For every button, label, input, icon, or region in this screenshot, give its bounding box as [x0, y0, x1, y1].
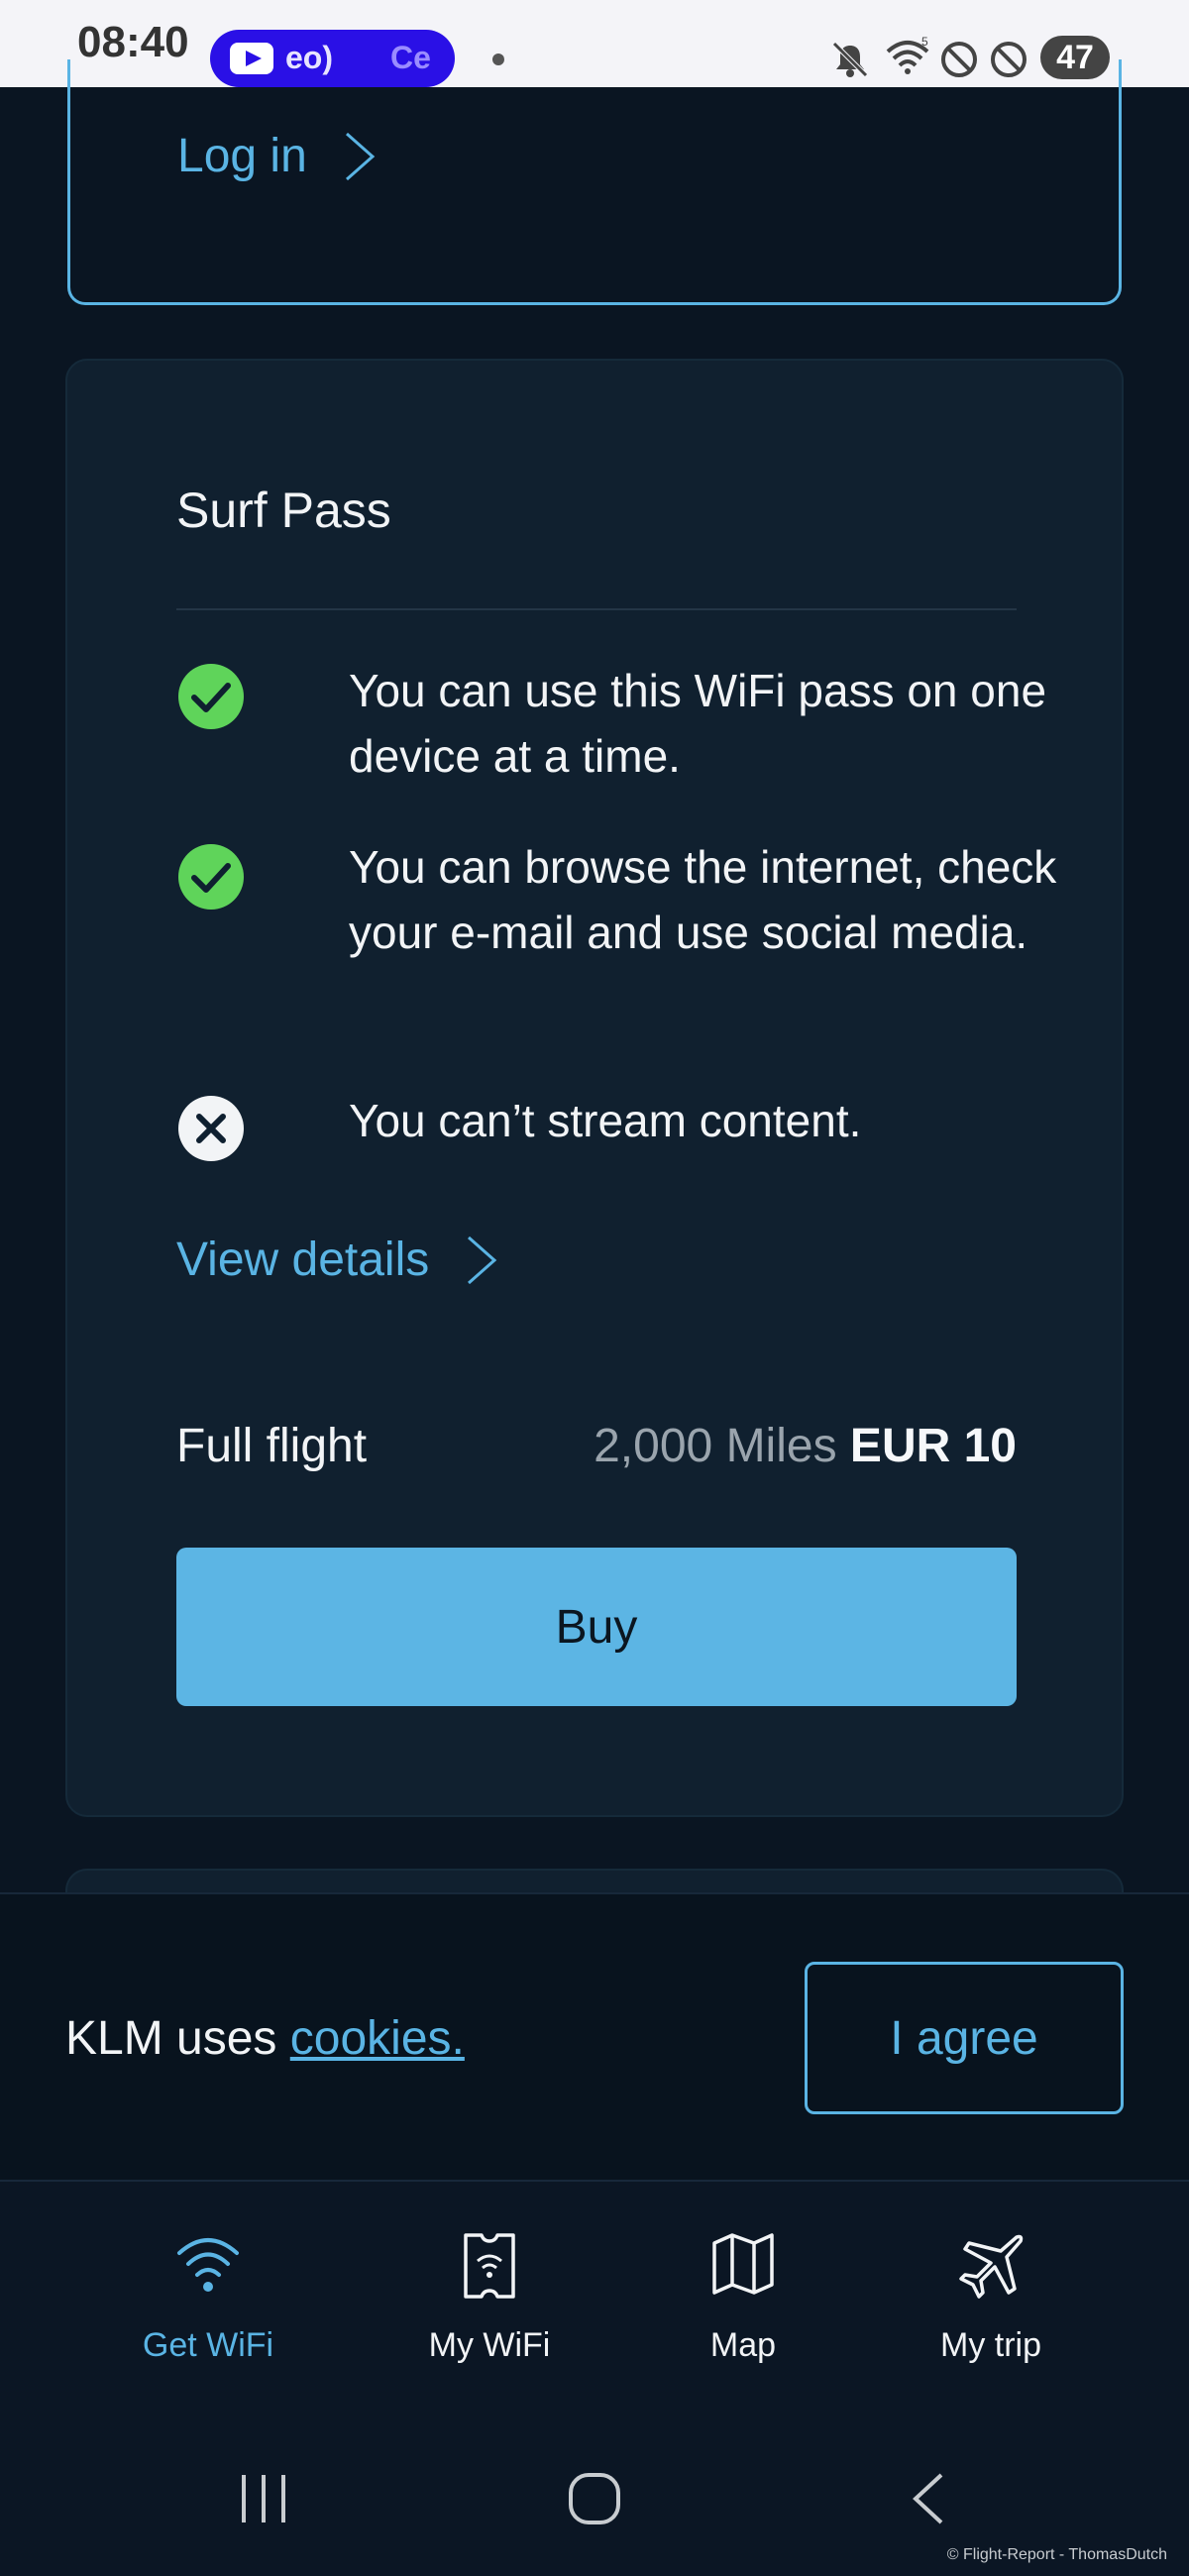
- map-icon: [712, 2233, 774, 2295]
- nav-item-my-wifi[interactable]: My WiFi: [371, 2231, 608, 2390]
- price-value: 2,000 Miles EUR 10: [594, 1419, 1017, 1473]
- home-icon[interactable]: [567, 2471, 622, 2526]
- login-label: Log in: [177, 130, 307, 182]
- wifi-icon: [177, 2238, 239, 2292]
- view-details-label: View details: [176, 1234, 430, 1286]
- price-row: Full flight 2,000 Miles EUR 10: [176, 1419, 1017, 1478]
- price-eur: EUR 10: [849, 1420, 1017, 1472]
- surf-pass-card: Surf Pass You can use this WiFi pass on …: [65, 359, 1124, 1817]
- cookies-link[interactable]: cookies.: [290, 2012, 465, 2065]
- price-miles: 2,000 Miles: [594, 1420, 837, 1472]
- nav-label: My WiFi: [428, 2326, 551, 2364]
- chevron-right-icon: [345, 132, 376, 180]
- buy-button[interactable]: Buy: [176, 1548, 1017, 1706]
- cookie-banner: KLM uses cookies. I agree: [0, 1892, 1189, 2180]
- system-nav-bar: © Flight-Report - ThomasDutch: [0, 2417, 1189, 2576]
- bottom-nav: Get WiFi My WiFi Map My trip: [0, 2180, 1189, 2417]
- chevron-right-icon: [468, 1235, 497, 1284]
- back-icon[interactable]: [908, 2471, 947, 2526]
- divider: [176, 608, 1017, 610]
- agree-button[interactable]: I agree: [805, 1962, 1124, 2114]
- svg-text:5: 5: [921, 36, 928, 49]
- nav-label: Map: [709, 2326, 777, 2364]
- nav-label: My trip: [940, 2326, 1041, 2364]
- login-card: Log in: [67, 59, 1122, 305]
- nav-label: Get WiFi: [142, 2326, 274, 2364]
- feature-text: You can use this WiFi pass on one device…: [349, 665, 1047, 782]
- watermark: © Flight-Report - ThomasDutch: [946, 2546, 1167, 2563]
- app-screen: 08:40 eo) Ce 5 47 Log in Surf Pass You c…: [0, 0, 1189, 2576]
- cross-icon: [178, 1096, 244, 1161]
- plane-icon: [959, 2234, 1024, 2299]
- check-icon: [178, 844, 244, 910]
- login-link[interactable]: Log in: [177, 129, 377, 183]
- nav-item-map[interactable]: Map: [624, 2231, 862, 2390]
- cookie-text: KLM uses cookies.: [65, 2011, 465, 2066]
- nav-item-my-trip[interactable]: My trip: [872, 2231, 1110, 2390]
- check-icon: [178, 664, 244, 729]
- ticket-icon: [464, 2233, 515, 2299]
- feature-text: You can browse the internet, check your …: [349, 841, 1057, 958]
- feature-text: You can’t stream content.: [349, 1095, 862, 1146]
- cookie-message: KLM uses: [65, 2012, 277, 2065]
- view-details-link[interactable]: View details: [176, 1233, 498, 1287]
- surf-pass-title: Surf Pass: [176, 483, 391, 538]
- nav-item-get-wifi[interactable]: Get WiFi: [89, 2231, 327, 2390]
- recent-apps-icon[interactable]: [236, 2471, 291, 2526]
- price-label: Full flight: [176, 1420, 368, 1472]
